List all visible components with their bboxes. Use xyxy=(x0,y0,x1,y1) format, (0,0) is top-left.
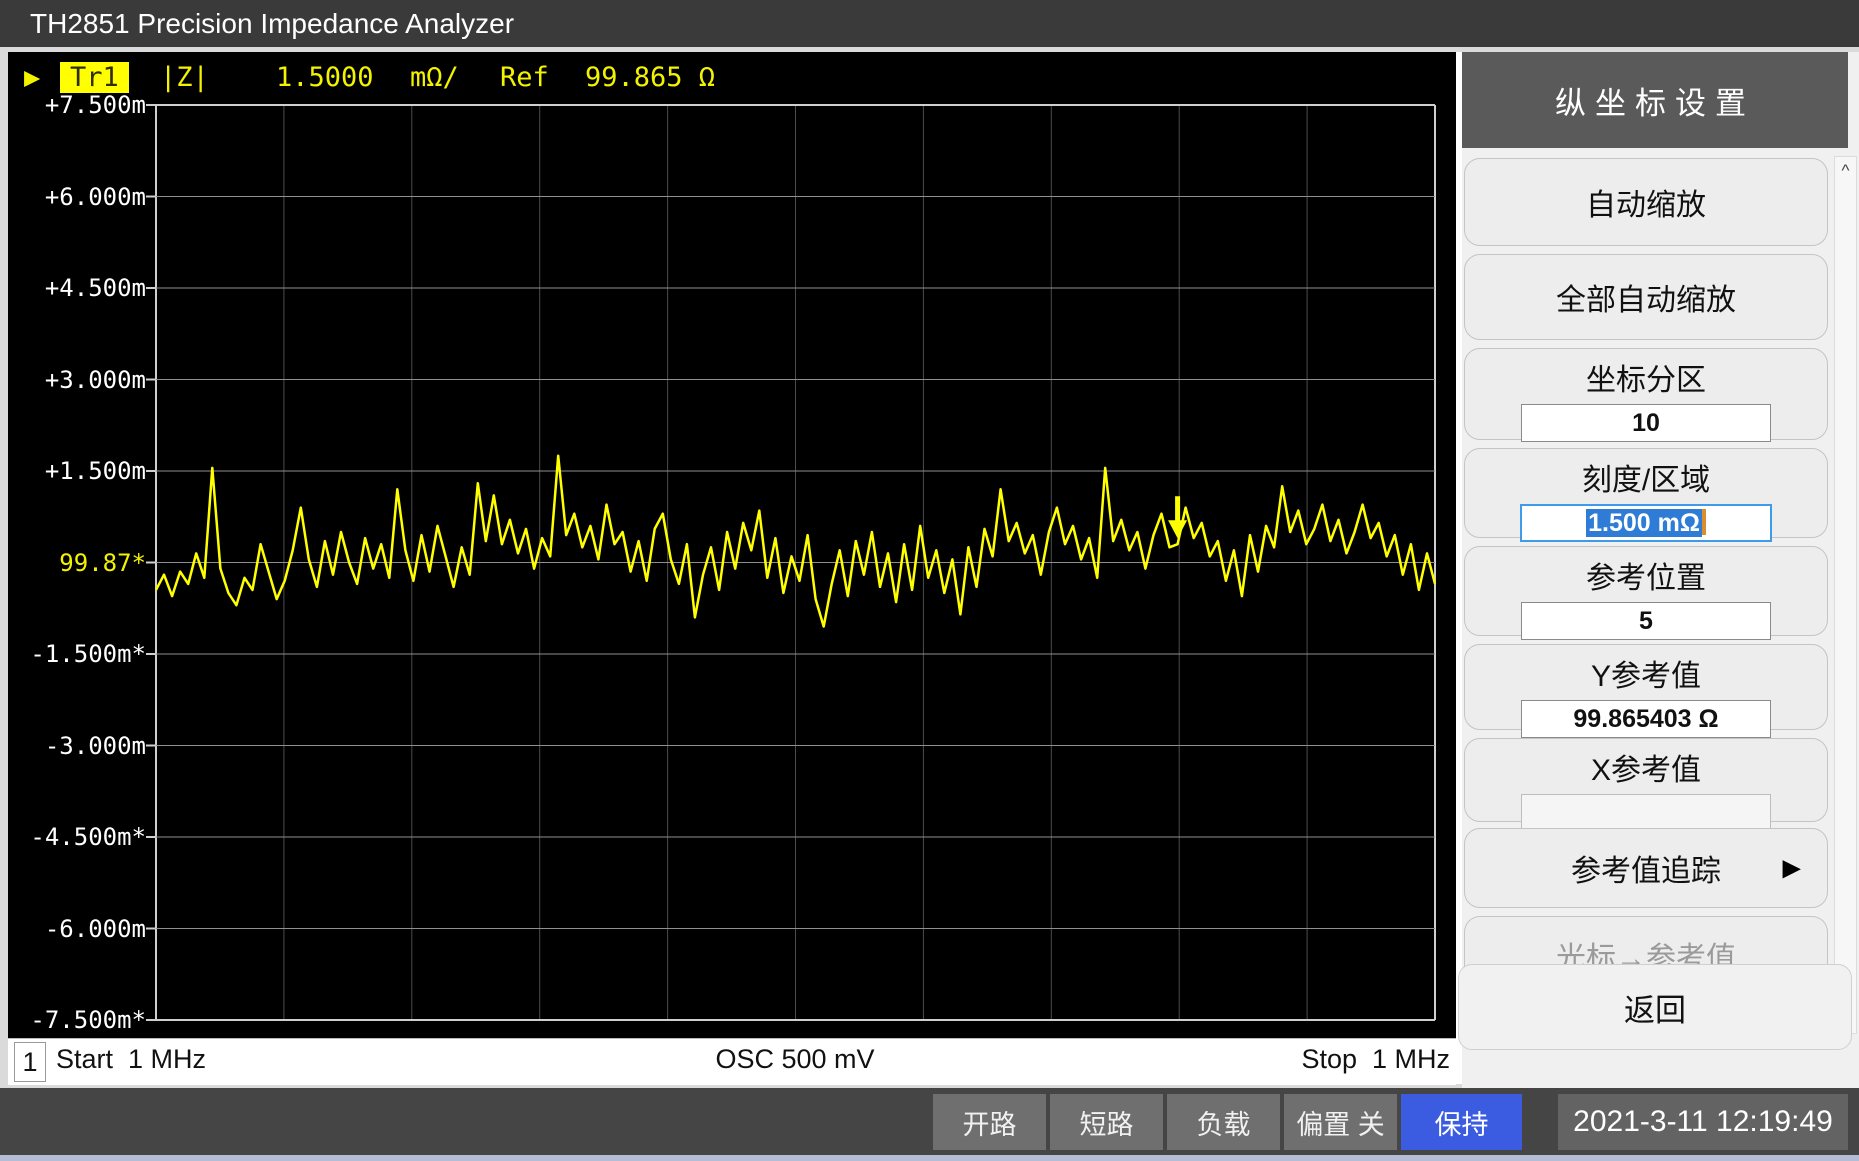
selected-text: 1.500 mΩ xyxy=(1586,509,1702,537)
sidebar-item-auto-scale[interactable]: 自动缩放 xyxy=(1464,158,1828,246)
x-reference-label: X参考值 xyxy=(1465,745,1827,789)
sidebar-title: 纵坐标设置 xyxy=(1462,52,1848,148)
sidebar-item-divisions[interactable]: 坐标分区 10 xyxy=(1464,348,1828,440)
sidebar-item-reference-position[interactable]: 参考位置 5 xyxy=(1464,546,1828,636)
short-circuit-button[interactable]: 短路 xyxy=(1050,1094,1163,1150)
channel-number-box: 1 xyxy=(14,1042,46,1082)
trace-ref-value: 99.865 Ω xyxy=(585,62,715,93)
submenu-arrow-icon: ▶ xyxy=(1783,854,1801,883)
trace-ref-label: Ref xyxy=(500,62,549,93)
sidebar-item-reference-tracking[interactable]: 参考值追踪 ▶ xyxy=(1464,828,1828,908)
sidebar-item-auto-scale-all[interactable]: 全部自动缩放 xyxy=(1464,254,1828,340)
scroll-up-icon[interactable]: ^ xyxy=(1835,161,1856,181)
y-axis-tick-label: +7.500m xyxy=(8,90,146,120)
y-axis-tick-label: +3.000m xyxy=(8,365,146,395)
scale-per-division-label: 刻度/区域 xyxy=(1465,455,1827,499)
divisions-field[interactable]: 10 xyxy=(1521,404,1771,442)
bias-off-button[interactable]: 偏置 关 xyxy=(1284,1094,1397,1150)
measurement-screen: ▶ Tr1 |Z| 1.5000 mΩ/ Ref 99.865 Ω +7.500… xyxy=(8,52,1456,1038)
y-axis-tick-label: -7.500m* xyxy=(8,1005,146,1035)
status-bar: 1 Start 1 MHz OSC 500 mV Stop 1 MHz xyxy=(8,1038,1456,1085)
osc-level-label: OSC 500 mV xyxy=(645,1044,945,1075)
active-trace-arrow-icon: ▶ xyxy=(24,62,40,93)
trace-scale-unit: mΩ/ xyxy=(410,62,459,93)
trace-label-chip[interactable]: Tr1 xyxy=(60,62,129,93)
reference-tracking-label: 参考值追踪 xyxy=(1571,846,1721,890)
y-reference-field[interactable]: 99.865403 Ω xyxy=(1521,700,1771,738)
reference-position-label: 参考位置 xyxy=(1465,553,1827,597)
title-bar: TH2851 Precision Impedance Analyzer xyxy=(0,0,1859,47)
hold-button[interactable]: 保持 xyxy=(1401,1094,1522,1150)
y-axis-tick-label: -3.000m xyxy=(8,731,146,761)
back-button[interactable]: 返回 xyxy=(1458,964,1852,1050)
x-reference-field[interactable] xyxy=(1521,794,1771,832)
y-reference-label: Y参考值 xyxy=(1465,651,1827,695)
back-label: 返回 xyxy=(1624,985,1686,1030)
sidebar-item-y-reference[interactable]: Y参考值 99.865403 Ω xyxy=(1464,644,1828,730)
y-axis-tick-label: +6.000m xyxy=(8,182,146,212)
sidebar-item-scale-per-division[interactable]: 刻度/区域 1.500 mΩ xyxy=(1464,448,1828,538)
start-frequency-label: Start 1 MHz xyxy=(56,1044,206,1075)
y-axis-tick-label: +4.500m xyxy=(8,273,146,303)
sidebar-item-x-reference[interactable]: X参考值 xyxy=(1464,738,1828,822)
trace-parameter: |Z| xyxy=(160,62,209,93)
trace-scale-value: 1.5000 xyxy=(276,62,374,93)
auto-scale-all-label: 全部自动缩放 xyxy=(1556,275,1736,319)
plot-area xyxy=(144,103,1437,1022)
sidebar: 纵坐标设置 自动缩放 全部自动缩放 坐标分区 10 刻度/区域 1.500 mΩ… xyxy=(1462,52,1859,1088)
load-button[interactable]: 负载 xyxy=(1167,1094,1280,1150)
y-axis-tick-label: +1.500m xyxy=(8,456,146,486)
y-axis-tick-label: -1.500m* xyxy=(8,639,146,669)
auto-scale-label: 自动缩放 xyxy=(1586,180,1706,224)
timestamp: 2021-3-11 12:19:49 xyxy=(1558,1094,1848,1150)
panel-scrollbar[interactable]: ^ v xyxy=(1834,156,1857,1034)
y-axis-tick-label: -4.500m* xyxy=(8,822,146,852)
window-bottom-edge xyxy=(0,1155,1859,1161)
reference-position-field[interactable]: 5 xyxy=(1521,602,1771,640)
y-axis-tick-label: -6.000m xyxy=(8,914,146,944)
divisions-label: 坐标分区 xyxy=(1465,355,1827,399)
open-circuit-button[interactable]: 开路 xyxy=(933,1094,1046,1150)
scale-per-division-field[interactable]: 1.500 mΩ xyxy=(1520,504,1772,542)
text-caret xyxy=(1702,509,1706,535)
analyzer-window: TH2851 Precision Impedance Analyzer ▶ Tr… xyxy=(0,0,1859,1161)
stop-frequency-label: Stop 1 MHz xyxy=(1301,1044,1450,1075)
window-title: TH2851 Precision Impedance Analyzer xyxy=(30,8,514,40)
bottom-bar: 开路 短路 负载 偏置 关 保持 2021-3-11 12:19:49 xyxy=(0,1088,1859,1155)
y-axis-tick-label: 99.87* xyxy=(8,548,146,578)
